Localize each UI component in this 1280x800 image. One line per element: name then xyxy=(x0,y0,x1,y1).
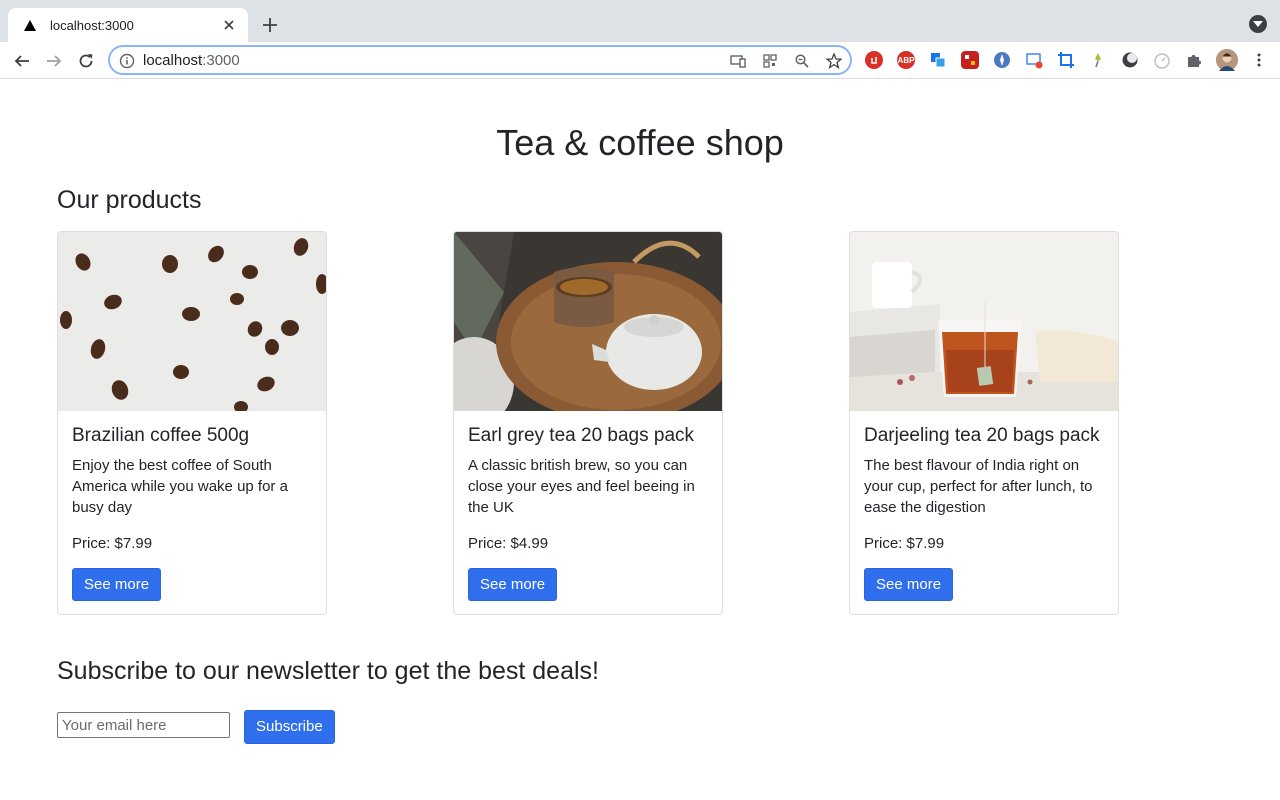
product-name: Darjeeling tea 20 bags pack xyxy=(864,425,1100,446)
new-tab-plus-icon[interactable] xyxy=(258,13,282,37)
page-title: Tea & coffee shop xyxy=(496,122,784,163)
compass-extension-icon[interactable] xyxy=(993,51,1011,69)
product-card: Earl grey tea 20 bags pack A classic bri… xyxy=(453,231,723,615)
triangle-favicon-icon xyxy=(22,17,38,33)
product-name: Brazilian coffee 500g xyxy=(72,425,250,446)
tab-title: localhost:3000 xyxy=(50,17,134,33)
qr-code-icon[interactable] xyxy=(761,52,779,70)
products-heading: Our products xyxy=(57,186,202,214)
forward-arrow-icon[interactable] xyxy=(43,50,65,72)
product-price: Price: $7.99 xyxy=(72,535,153,552)
see-more-button[interactable]: See more xyxy=(864,568,954,601)
product-card-body: Earl grey tea 20 bags pack A classic bri… xyxy=(468,424,708,601)
see-more-button[interactable]: See more xyxy=(72,568,162,601)
url-text: localhost:3000 xyxy=(143,52,240,69)
tab-search-chevron-icon[interactable] xyxy=(1249,15,1267,33)
newsletter-heading: Subscribe to our newsletter to get the b… xyxy=(57,657,599,685)
tab-copy-extension-icon[interactable] xyxy=(929,51,947,69)
pin-extension-icon[interactable] xyxy=(1089,51,1107,69)
browser-toolbar: localhost:3000 ABP xyxy=(0,42,1280,79)
close-tab-icon[interactable] xyxy=(220,16,238,34)
timer-extension-icon[interactable] xyxy=(1153,51,1171,69)
product-card-body: Brazilian coffee 500g Enjoy the best cof… xyxy=(72,424,312,601)
product-description: A classic british brew, so you can close… xyxy=(468,457,695,516)
product-card-body: Darjeeling tea 20 bags pack The best fla… xyxy=(864,424,1104,601)
url-host: localhost xyxy=(143,52,203,69)
product-name: Earl grey tea 20 bags pack xyxy=(468,425,695,446)
see-more-button[interactable]: See more xyxy=(468,568,558,601)
bookmark-star-icon[interactable] xyxy=(825,52,843,70)
product-description: The best flavour of India right on your … xyxy=(864,457,1093,516)
site-info-icon[interactable] xyxy=(119,53,135,69)
product-price: Price: $4.99 xyxy=(468,535,549,552)
subscribe-button[interactable]: Subscribe xyxy=(244,710,335,744)
colorpick-extension-icon[interactable] xyxy=(961,51,979,69)
extensions-puzzle-icon[interactable] xyxy=(1185,51,1203,69)
ublock-extension-icon[interactable] xyxy=(865,51,883,69)
product-price: Price: $7.99 xyxy=(864,535,945,552)
browser-menu-kebab-icon[interactable] xyxy=(1250,51,1268,69)
window-resizer-extension-icon[interactable] xyxy=(1025,51,1043,69)
adblock-plus-extension-icon[interactable]: ABP xyxy=(897,51,915,69)
tea-glass-image xyxy=(850,232,1118,411)
cast-device-icon[interactable] xyxy=(729,52,747,70)
profile-avatar[interactable] xyxy=(1216,49,1238,71)
browser-tab[interactable]: localhost:3000 xyxy=(8,8,248,42)
product-description: Enjoy the best coffee of South America w… xyxy=(72,457,288,516)
browser-tabstrip: localhost:3000 xyxy=(0,0,1280,42)
email-input[interactable] xyxy=(57,712,230,738)
product-card: Darjeeling tea 20 bags pack The best fla… xyxy=(849,231,1119,615)
reload-icon[interactable] xyxy=(75,50,97,72)
zoom-icon[interactable] xyxy=(793,52,811,70)
url-port: :3000 xyxy=(202,52,240,69)
product-card: Brazilian coffee 500g Enjoy the best cof… xyxy=(57,231,327,615)
address-bar[interactable]: localhost:3000 xyxy=(108,45,852,75)
teapot-image xyxy=(454,232,722,411)
back-arrow-icon[interactable] xyxy=(11,50,33,72)
crop-extension-icon[interactable] xyxy=(1057,51,1075,69)
coffee-beans-image xyxy=(58,232,326,411)
dark-mode-extension-icon[interactable] xyxy=(1121,51,1139,69)
